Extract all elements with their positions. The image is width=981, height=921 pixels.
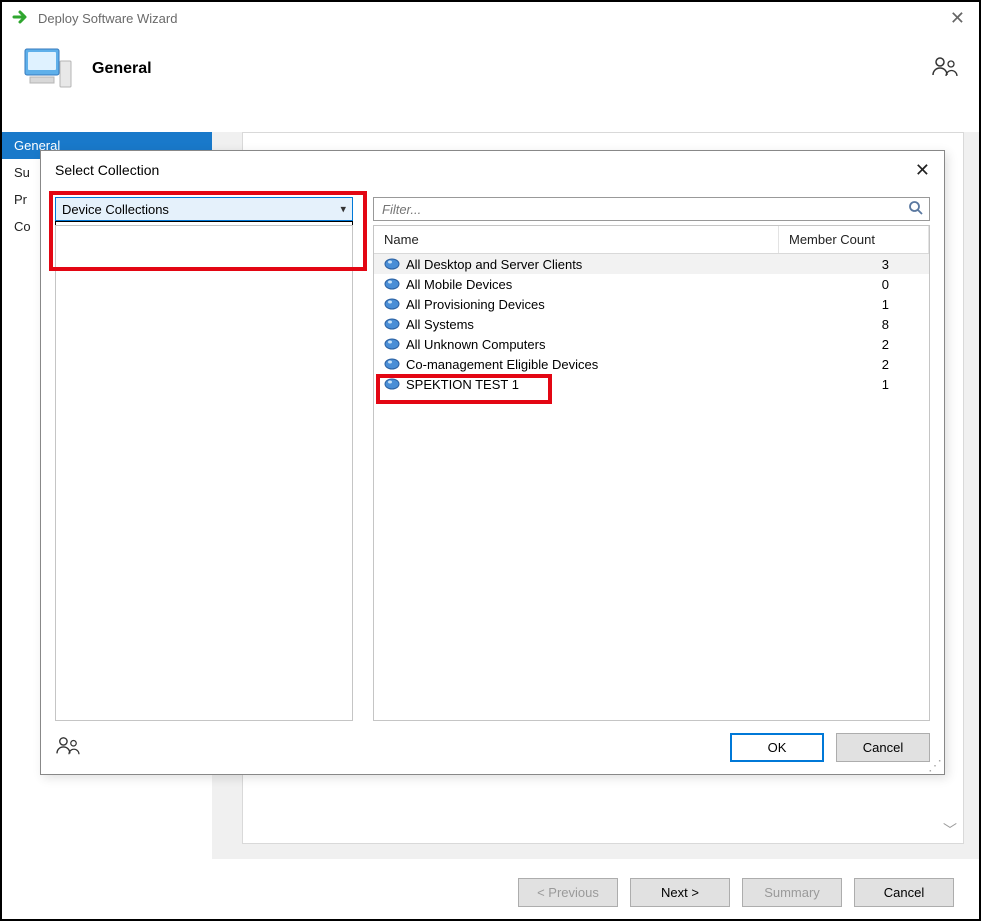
cell-count: 1 [769, 377, 919, 392]
close-icon[interactable]: ✕ [915, 161, 930, 179]
window-title: Deploy Software Wizard [38, 11, 177, 26]
list-item[interactable]: All Systems 8 [374, 314, 929, 334]
cancel-button[interactable]: Cancel [854, 878, 954, 907]
users-icon[interactable] [55, 735, 81, 760]
collection-icon [384, 376, 400, 392]
cancel-button[interactable]: Cancel [836, 733, 930, 762]
previous-button[interactable]: < Previous [518, 878, 618, 907]
combo-selected-label: Device Collections [62, 202, 169, 217]
close-icon[interactable]: ✕ [946, 8, 969, 29]
collection-icon [384, 356, 400, 372]
list-item[interactable]: All Mobile Devices 0 [374, 274, 929, 294]
cell-name: All Provisioning Devices [406, 297, 545, 312]
summary-button[interactable]: Summary [742, 878, 842, 907]
cell-name: All Unknown Computers [406, 337, 545, 352]
search-icon[interactable] [908, 200, 924, 220]
cell-count: 2 [769, 357, 919, 372]
filter-input[interactable] [373, 197, 930, 221]
collection-tree-pane[interactable] [55, 225, 353, 721]
cell-name: All Desktop and Server Clients [406, 257, 582, 272]
resize-grip-icon[interactable]: ⋰ [928, 758, 942, 772]
cell-name: SPEKTION TEST 1 [406, 377, 519, 392]
cell-count: 3 [769, 257, 919, 272]
wizard-footer: < Previous Next > Summary Cancel [518, 878, 954, 907]
users-icon[interactable] [931, 55, 959, 82]
column-header-name[interactable]: Name [374, 226, 779, 253]
column-header-member-count[interactable]: Member Count [779, 226, 929, 253]
deploy-arrow-icon [12, 8, 30, 29]
wizard-page-icon [22, 43, 74, 94]
collection-type-combo[interactable]: Device Collections ▾ [55, 197, 353, 221]
cell-name: All Mobile Devices [406, 277, 512, 292]
collection-icon [384, 316, 400, 332]
collection-icon [384, 336, 400, 352]
list-item[interactable]: SPEKTION TEST 1 1 [374, 374, 929, 394]
collection-icon [384, 296, 400, 312]
collection-icon [384, 276, 400, 292]
chevron-down-icon: ▾ [340, 203, 346, 216]
cell-count: 8 [769, 317, 919, 332]
cell-name: Co-management Eligible Devices [406, 357, 598, 372]
select-collection-dialog: Select Collection ✕ Device Collections ▾… [40, 150, 945, 775]
ok-button[interactable]: OK [730, 733, 824, 762]
cell-count: 1 [769, 297, 919, 312]
list-item[interactable]: All Desktop and Server Clients 3 [374, 254, 929, 274]
cell-count: 0 [769, 277, 919, 292]
list-item[interactable]: Co-management Eligible Devices 2 [374, 354, 929, 374]
dialog-title: Select Collection [55, 162, 159, 178]
collection-list: Name Member Count All Desktop and Server… [373, 225, 930, 721]
next-button[interactable]: Next > [630, 878, 730, 907]
page-title: General [92, 60, 152, 78]
list-item[interactable]: All Unknown Computers 2 [374, 334, 929, 354]
list-item[interactable]: All Provisioning Devices 1 [374, 294, 929, 314]
cell-name: All Systems [406, 317, 474, 332]
chevron-down-icon[interactable]: ﹀ [943, 823, 957, 837]
cell-count: 2 [769, 337, 919, 352]
collection-icon [384, 256, 400, 272]
